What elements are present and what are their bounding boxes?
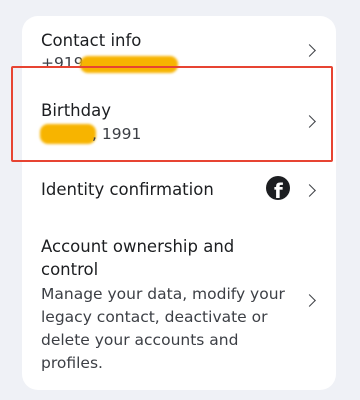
account-ownership-title: Account ownership and control (41, 237, 235, 279)
account-ownership-description: Manage your data, modify your legacy con… (41, 285, 285, 372)
birthday-highlight-box (11, 66, 333, 162)
chevron-right-icon (303, 184, 316, 197)
identity-confirmation-title: Identity confirmation (41, 180, 214, 199)
chevron-right-icon (303, 44, 316, 57)
facebook-logo-icon: f (266, 176, 290, 200)
contact-info-title: Contact info (41, 31, 142, 50)
chevron-right-icon (303, 294, 316, 307)
account-ownership-row[interactable]: Account ownership and control Manage you… (22, 220, 336, 390)
